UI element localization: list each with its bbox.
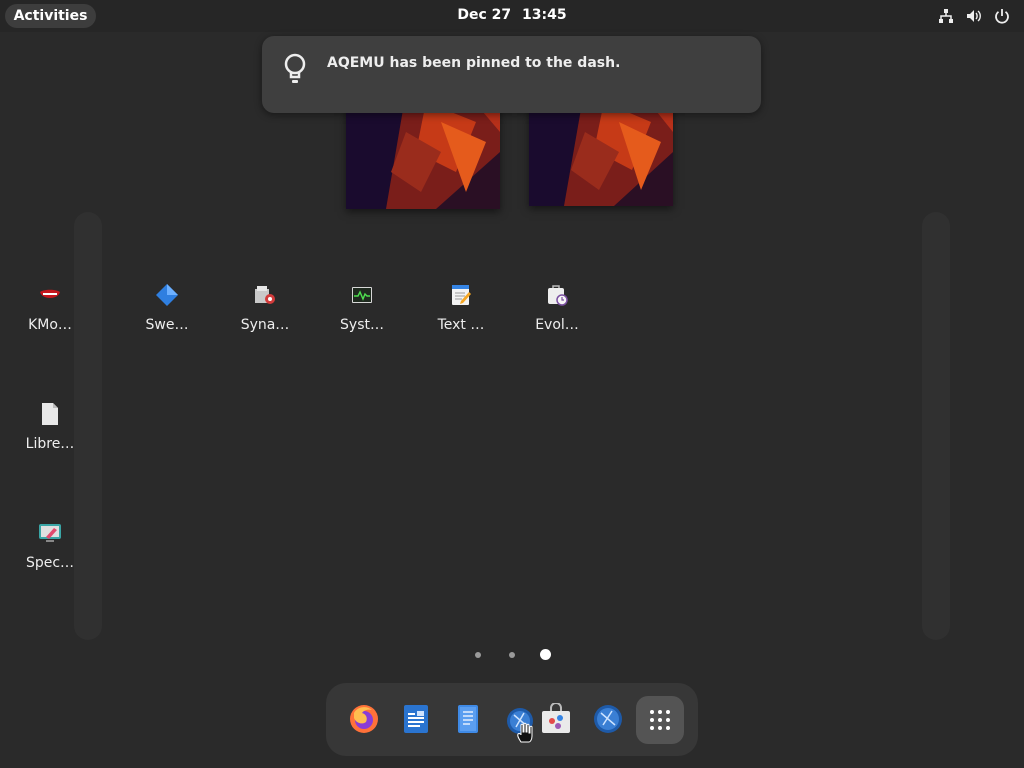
app-spectacle[interactable]: Spec…: [10, 521, 90, 571]
app-kmouth[interactable]: KMo…: [10, 283, 90, 333]
page-dot-3-active[interactable]: [540, 649, 551, 660]
system-tray[interactable]: [938, 8, 1010, 24]
clock[interactable]: Dec 27 13:45: [0, 7, 1024, 23]
software-icon[interactable]: [540, 703, 572, 735]
app-label: Syna…: [240, 317, 290, 333]
app-label: KMo…: [28, 317, 72, 333]
app-label: Spec…: [25, 555, 75, 571]
app-label: Evol…: [535, 317, 579, 333]
notification-message: AQEMU has been pinned to the dash.: [327, 55, 621, 71]
app-label: Swe…: [145, 317, 189, 333]
lightbulb-icon: [284, 53, 306, 83]
spectacle-icon: [39, 524, 61, 542]
next-page-hint[interactable]: [922, 212, 950, 640]
app-libreoffice[interactable]: Libre…: [10, 402, 90, 452]
evolution-icon: [548, 285, 568, 306]
show-apps-button[interactable]: [636, 696, 684, 744]
power-icon[interactable]: [994, 8, 1010, 24]
libreoffice-writer-icon[interactable]: [400, 703, 432, 735]
firefox-icon[interactable]: [348, 703, 380, 735]
app-label: Syst…: [340, 317, 384, 333]
page-dot-2[interactable]: [509, 652, 515, 658]
show-apps-icon: [650, 710, 670, 730]
time-label: 13:45: [522, 7, 567, 23]
app-sweeper[interactable]: Swe…: [127, 283, 207, 333]
synaptic-icon: [255, 286, 275, 304]
hand-cursor-icon: [517, 722, 533, 743]
app-evolution[interactable]: Evol…: [517, 283, 597, 333]
network-icon[interactable]: [938, 8, 954, 24]
notification-banner[interactable]: AQEMU has been pinned to the dash.: [262, 36, 761, 113]
date-label: Dec 27: [457, 7, 512, 23]
system-monitor-icon: [352, 287, 372, 303]
volume-icon[interactable]: [966, 8, 982, 24]
aqemu-pinned-icon[interactable]: [592, 703, 624, 735]
app-system-monitor[interactable]: Syst…: [322, 283, 402, 333]
kmouth-icon: [40, 289, 60, 298]
sweeper-icon: [156, 284, 178, 306]
libreoffice-icon: [42, 403, 58, 425]
app-label: Text …: [437, 317, 485, 333]
text-editor-icon: [452, 285, 471, 305]
page-dot-1[interactable]: [475, 652, 481, 658]
app-synaptic[interactable]: Syna…: [225, 283, 305, 333]
app-text-editor[interactable]: Text …: [421, 283, 501, 333]
top-bar: Activities Dec 27 13:45: [0, 0, 1024, 32]
app-label: Libre…: [25, 436, 75, 452]
text-editor-icon[interactable]: [452, 703, 484, 735]
